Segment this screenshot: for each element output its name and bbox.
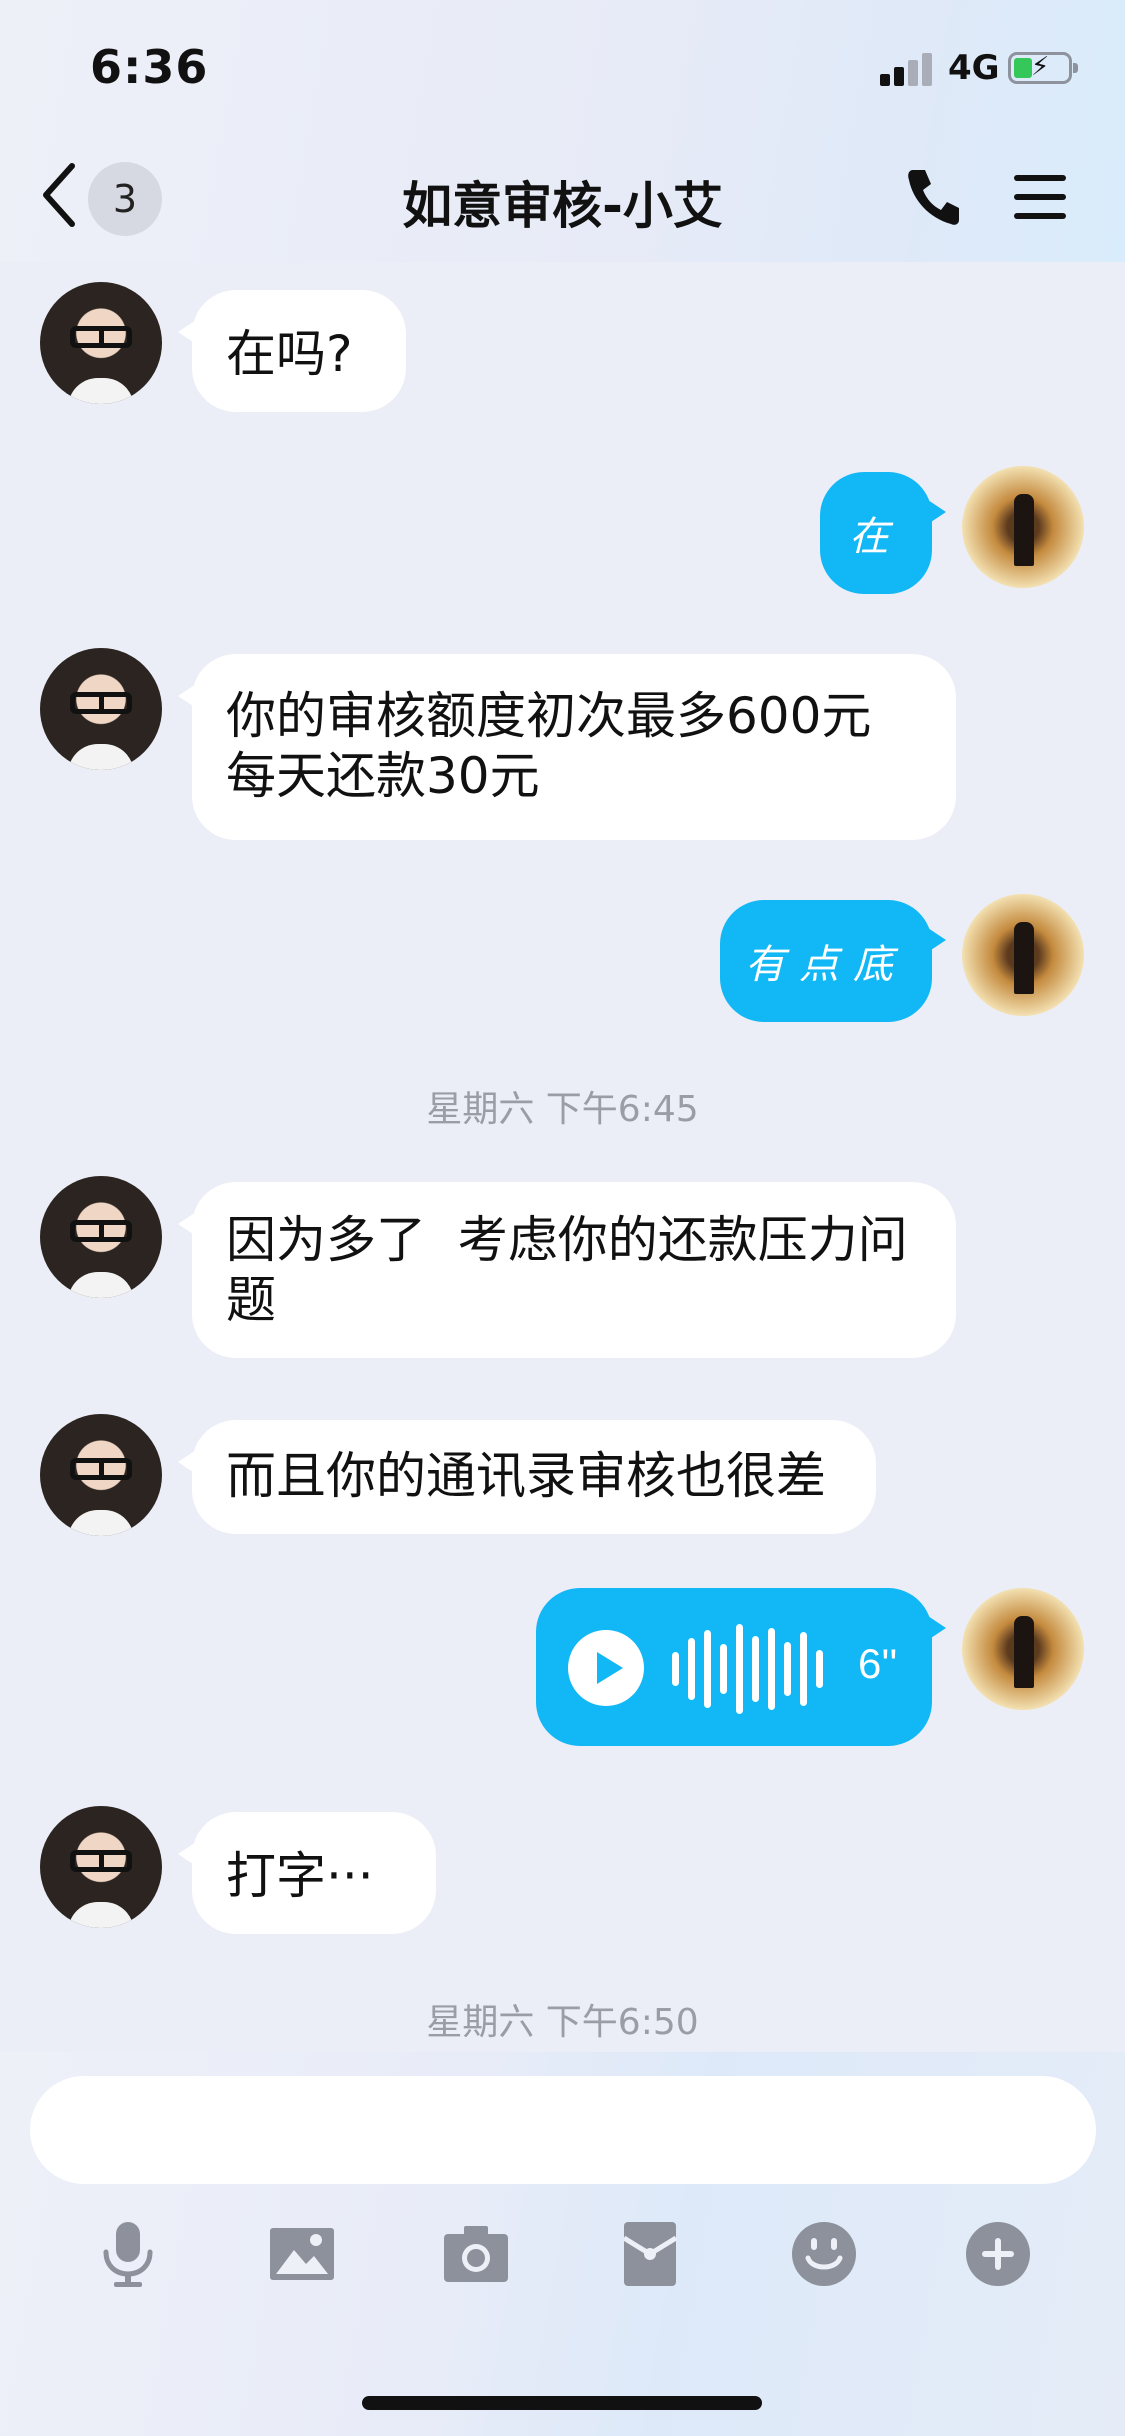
red-packet-icon[interactable] [616,2220,684,2288]
play-icon[interactable] [568,1630,644,1706]
emoji-icon[interactable] [790,2220,858,2288]
status-time: 6:36 [90,40,209,94]
unread-count-badge[interactable]: 3 [88,162,162,236]
microphone-icon[interactable] [94,2220,162,2288]
message-bubble-incoming[interactable]: 打字··· [178,1812,436,1934]
message-line: 每天还款30元 [226,747,540,805]
plus-icon[interactable] [964,2220,1032,2288]
message-bubble-outgoing[interactable]: 有点底 [720,900,946,1022]
contact-avatar[interactable] [40,648,162,770]
message-line: 题 [226,1271,276,1329]
contact-avatar[interactable] [40,282,162,404]
signal-strength-icon [880,52,936,86]
top-bar: 6:36 4G ⚡ 3 如意审核-小艾 [0,0,1125,262]
my-avatar[interactable] [962,466,1084,588]
timestamp: 星期六 下午6:50 [426,2002,699,2043]
timestamp: 星期六 下午6:45 [426,1089,699,1130]
contact-avatar[interactable] [40,1414,162,1536]
message-bubble-incoming[interactable]: 你的审核额度初次最多600元 每天还款30元 [178,654,956,840]
back-chevron-icon[interactable] [40,160,80,230]
waveform-icon [672,1624,832,1714]
message-input[interactable] [30,2076,1096,2184]
contact-avatar[interactable] [40,1176,162,1298]
message-line: 因为多了 考虑你的还款压力问 [226,1211,908,1269]
message-bubble-incoming[interactable]: 而且你的通讯录审核也很差 [178,1420,876,1534]
phone-icon[interactable] [905,166,961,226]
message-bubble-outgoing[interactable]: 在 [820,472,946,594]
message-bubble-incoming[interactable]: 在吗? [178,290,406,412]
menu-icon[interactable] [1012,172,1068,222]
voice-duration: 6'' [858,1640,898,1687]
voice-message-bubble[interactable]: 6'' [536,1588,946,1746]
message-bubble-incoming[interactable]: 因为多了 考虑你的还款压力问 题 [178,1182,956,1358]
camera-icon[interactable] [442,2220,510,2288]
network-type: 4G [948,48,1000,88]
message-line: 你的审核额度初次最多600元 [226,687,872,745]
battery-icon: ⚡ [1008,52,1078,84]
image-icon[interactable] [268,2220,336,2288]
my-avatar[interactable] [962,1588,1084,1710]
my-avatar[interactable] [962,894,1084,1016]
home-indicator[interactable] [362,2396,762,2410]
contact-avatar[interactable] [40,1806,162,1928]
